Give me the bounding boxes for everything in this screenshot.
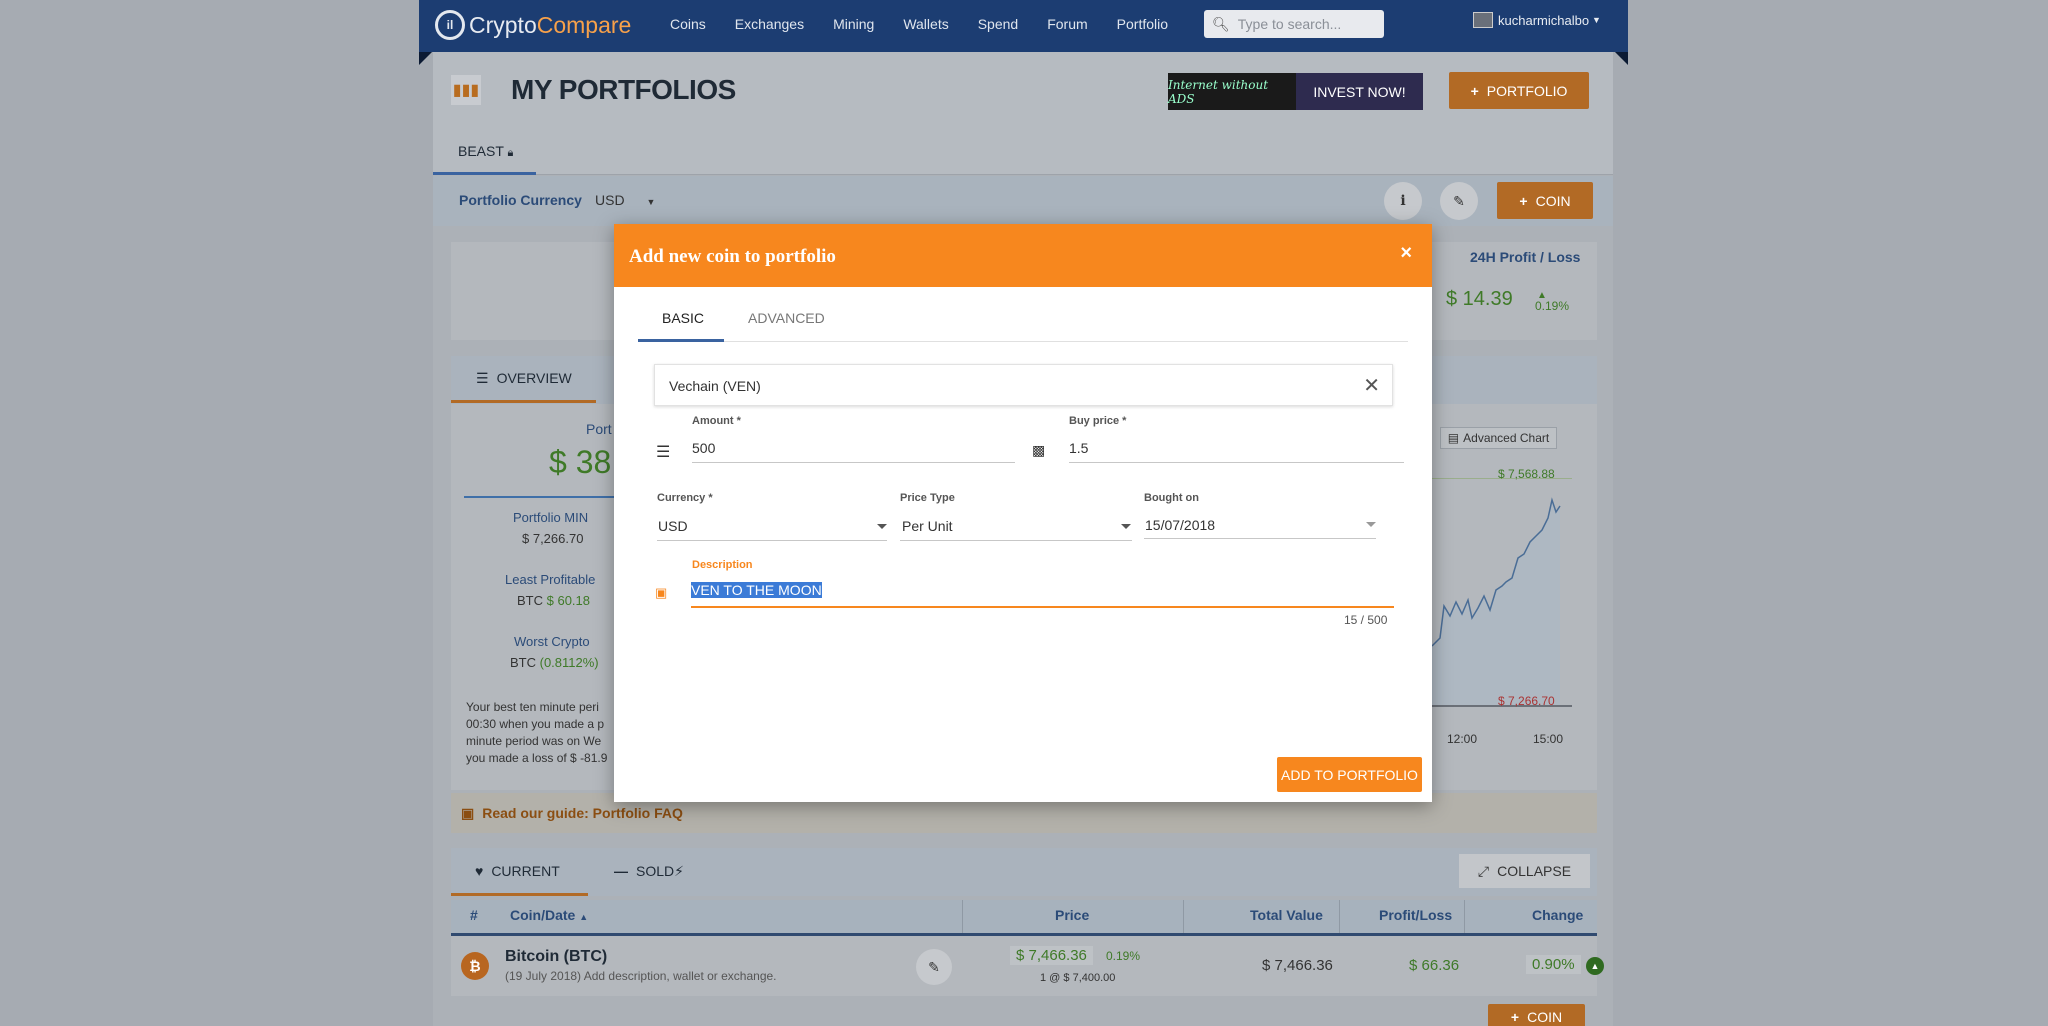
add-coin-modal: Add new coin to portfolio × BASIC ADVANC… xyxy=(614,224,1432,802)
coin-select[interactable]: Vechain (VEN) ✕ xyxy=(654,364,1393,406)
modal-title: Add new coin to portfolio xyxy=(629,246,836,267)
description-input[interactable]: VEN TO THE MOON xyxy=(691,582,822,598)
buy-price-underline xyxy=(1069,462,1404,463)
tab-basic-underline xyxy=(638,339,724,342)
chevron-down-icon xyxy=(1366,522,1376,527)
bought-on-underline xyxy=(1144,538,1376,539)
amount-label: Amount * xyxy=(692,415,741,427)
book-icon: ▣ xyxy=(655,585,668,600)
amount-underline xyxy=(692,462,1015,463)
currency-select[interactable]: USD xyxy=(658,518,688,534)
clear-icon[interactable]: ✕ xyxy=(1363,373,1380,398)
price-type-underline xyxy=(900,540,1132,541)
modal-header: Add new coin to portfolio × xyxy=(614,224,1432,287)
currency-underline xyxy=(657,540,887,541)
price-type-select[interactable]: Per Unit xyxy=(902,518,953,534)
list-icon: ☰ xyxy=(656,444,671,461)
buy-price-input[interactable]: 1.5 xyxy=(1069,440,1088,456)
modal-tabs: BASIC ADVANCED xyxy=(638,287,1408,342)
bought-on-select[interactable]: 15/07/2018 xyxy=(1145,517,1215,533)
close-icon[interactable]: × xyxy=(1400,242,1412,265)
price-type-label: Price Type xyxy=(900,492,955,504)
add-to-portfolio-button[interactable]: ADD TO PORTFOLIO xyxy=(1277,757,1422,792)
description-label: Description xyxy=(692,559,753,571)
buy-price-label: Buy price * xyxy=(1069,415,1127,427)
tab-advanced[interactable]: ADVANCED xyxy=(748,310,825,326)
coin-select-value: Vechain (VEN) xyxy=(669,378,761,394)
chevron-down-icon xyxy=(1121,524,1131,529)
money-icon: ▩ xyxy=(1032,442,1046,458)
description-underline xyxy=(691,606,1394,608)
amount-input[interactable]: 500 xyxy=(692,440,715,456)
chevron-down-icon xyxy=(877,524,887,529)
bought-on-label: Bought on xyxy=(1144,492,1199,504)
tab-basic[interactable]: BASIC xyxy=(662,310,704,326)
currency-label: Currency * xyxy=(657,492,713,504)
description-counter: 15 / 500 xyxy=(1344,613,1388,627)
